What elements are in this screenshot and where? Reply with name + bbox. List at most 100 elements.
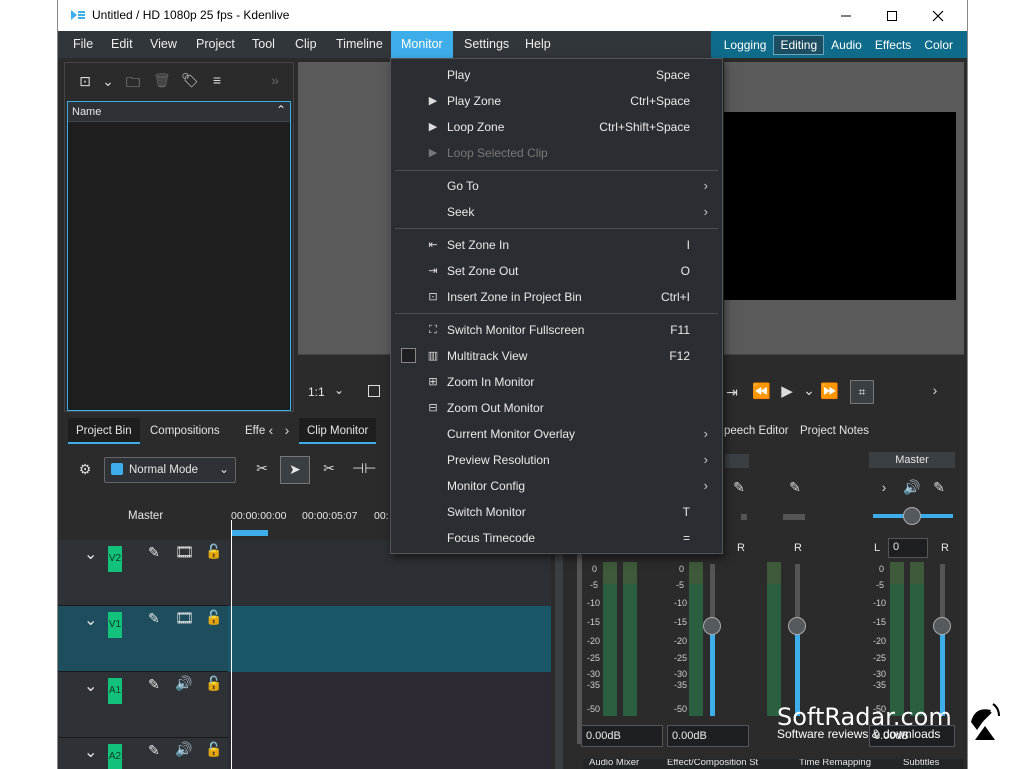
menu-item-set-zone-in[interactable]: ⇤ Set Zone In I: [391, 232, 722, 258]
effects-wand-icon[interactable]: ✎: [931, 479, 947, 496]
collapse-chevron-icon[interactable]: ⌄: [84, 610, 97, 630]
master-volume-knob[interactable]: [933, 617, 951, 635]
minimize-button[interactable]: [823, 0, 869, 31]
tab-project-notes[interactable]: Project Notes: [792, 418, 878, 444]
volume-db-field[interactable]: 0.00dB: [581, 725, 663, 747]
lock-icon[interactable]: 🔓: [205, 741, 222, 758]
menu-monitor[interactable]: Monitor: [391, 31, 453, 58]
effects-wand-icon[interactable]: ✎: [787, 479, 803, 496]
layout-color[interactable]: Color: [918, 36, 959, 54]
menu-item-multitrack-view[interactable]: ▥ Multitrack View F12: [391, 343, 722, 369]
zone-marker[interactable]: [232, 530, 268, 536]
menu-project[interactable]: Project: [188, 31, 243, 58]
clip-monitor-view[interactable]: [298, 62, 392, 354]
tab-effect-stack[interactable]: Effect/Composition St: [667, 759, 758, 769]
expand-right-icon[interactable]: »: [267, 72, 283, 88]
more-right-icon[interactable]: ›: [928, 382, 942, 398]
effects-wand-icon[interactable]: ✎: [148, 544, 160, 561]
layout-editing[interactable]: Editing: [773, 34, 825, 55]
menu-item-monitor-overlay[interactable]: Current Monitor Overlay ›: [391, 421, 722, 447]
clip-monitor-ruler[interactable]: [298, 354, 392, 366]
menu-item-zoom-out[interactable]: ⊟ Zoom Out Monitor: [391, 395, 722, 421]
track-header-a2[interactable]: ⌄ A2 ✎ 🔊 🔓: [58, 738, 228, 769]
zone-out-icon[interactable]: ⇥: [724, 384, 740, 401]
menu-item-switch-monitor[interactable]: Switch Monitor T: [391, 499, 722, 525]
lock-icon[interactable]: 🔓: [205, 609, 222, 626]
menu-timeline[interactable]: Timeline: [328, 31, 391, 58]
layout-audio[interactable]: Audio: [825, 36, 868, 54]
project-monitor-view[interactable]: [724, 62, 964, 354]
chevron-right-icon[interactable]: ›: [877, 479, 891, 495]
pan-slider[interactable]: [741, 514, 747, 520]
selection-tool-button[interactable]: ➤: [280, 456, 310, 484]
track-lane-a2[interactable]: [228, 738, 551, 769]
film-icon[interactable]: 🎞: [175, 609, 194, 627]
menu-item-fullscreen[interactable]: ⛶ Switch Monitor Fullscreen F11: [391, 317, 722, 343]
timeline-settings-icon[interactable]: ⚙: [76, 461, 94, 478]
playhead[interactable]: [231, 520, 232, 769]
menu-item-go-to[interactable]: Go To ›: [391, 173, 722, 199]
collapse-chevron-icon[interactable]: ⌄: [84, 544, 97, 564]
speaker-icon[interactable]: 🔊: [175, 675, 192, 692]
menu-edit[interactable]: Edit: [103, 31, 141, 58]
tab-time-remapping[interactable]: Time Remapping: [799, 759, 871, 769]
master-pan-knob[interactable]: [903, 507, 921, 525]
tab-clip-monitor[interactable]: Clip Monitor: [299, 418, 377, 444]
crop-icon[interactable]: ⌗: [850, 380, 874, 404]
insert-zone-icon[interactable]: [368, 385, 380, 397]
effects-wand-icon[interactable]: ✎: [148, 610, 160, 627]
menu-item-monitor-config[interactable]: Monitor Config ›: [391, 473, 722, 499]
menu-item-play-zone[interactable]: ▶ Play Zone Ctrl+Space: [391, 88, 722, 114]
close-button[interactable]: [915, 0, 961, 31]
tab-project-bin[interactable]: Project Bin: [68, 418, 140, 444]
menu-view[interactable]: View: [142, 31, 185, 58]
menu-help[interactable]: Help: [517, 31, 559, 58]
tab-scroll-left-icon[interactable]: ‹: [264, 422, 278, 438]
spacer-tool-icon[interactable]: ⊣⊢: [352, 460, 376, 477]
speaker-icon[interactable]: 🔊: [175, 741, 192, 758]
rewind-icon[interactable]: ⏪: [752, 382, 771, 400]
collapse-chevron-icon[interactable]: ⌄: [84, 742, 97, 762]
menu-item-play[interactable]: Play Space: [391, 62, 722, 88]
razor-icon[interactable]: ✂: [320, 460, 338, 477]
menu-item-set-zone-out[interactable]: ⇥ Set Zone Out O: [391, 258, 722, 284]
menu-tool[interactable]: Tool: [244, 31, 283, 58]
volume-knob[interactable]: [788, 617, 806, 635]
zoom-level[interactable]: 1:1: [308, 385, 325, 399]
multitrack-checkbox[interactable]: [401, 348, 416, 363]
fast-forward-icon[interactable]: ⏩: [820, 382, 839, 400]
menu-item-insert-zone[interactable]: ⊡ Insert Zone in Project Bin Ctrl+I: [391, 284, 722, 310]
lock-icon[interactable]: 🔓: [205, 675, 222, 692]
tab-speech-editor[interactable]: peech Editor: [716, 418, 797, 444]
menu-item-focus-timecode[interactable]: Focus Timecode =: [391, 525, 722, 551]
menu-item-seek[interactable]: Seek ›: [391, 199, 722, 225]
play-options-chevron-icon[interactable]: ⌄: [802, 382, 816, 399]
menu-item-zoom-in[interactable]: ⊞ Zoom In Monitor: [391, 369, 722, 395]
pan-value-field[interactable]: 0: [888, 538, 928, 558]
collapse-chevron-icon[interactable]: ⌄: [84, 676, 97, 696]
maximize-button[interactable]: [869, 0, 915, 31]
tab-audio-mixer[interactable]: Audio Mixer: [589, 759, 639, 769]
volume-db-field[interactable]: 0.00dB: [667, 725, 749, 747]
chevron-down-icon[interactable]: ⌄: [101, 73, 115, 90]
track-header-v1[interactable]: ⌄ V1 ✎ 🎞 🔓: [58, 606, 228, 672]
edit-mode-select[interactable]: Normal Mode ⌄: [104, 457, 236, 483]
razor-multi-icon[interactable]: ✂: [252, 460, 272, 477]
track-header-v2[interactable]: ⌄ V2 ✎ 🎞 🔓: [58, 540, 228, 606]
volume-knob[interactable]: [703, 617, 721, 635]
play-icon[interactable]: ▶: [778, 382, 796, 400]
speaker-icon[interactable]: 🔊: [903, 479, 920, 496]
bin-list[interactable]: Name ⌃: [67, 101, 291, 411]
layout-effects[interactable]: Effects: [869, 36, 917, 54]
track-header-a1[interactable]: ⌄ A1 ✎ 🔊 🔓: [58, 672, 228, 738]
film-icon[interactable]: 🎞: [175, 543, 194, 561]
menu-item-preview-resolution[interactable]: Preview Resolution ›: [391, 447, 722, 473]
menu-clip[interactable]: Clip: [287, 31, 325, 58]
pan-slider[interactable]: [783, 514, 805, 520]
tab-compositions[interactable]: Compositions: [142, 418, 228, 444]
delete-icon[interactable]: 🗑: [153, 72, 171, 89]
lock-icon[interactable]: 🔓: [205, 543, 222, 560]
layout-logging[interactable]: Logging: [718, 36, 773, 54]
add-clip-icon[interactable]: ⊡: [77, 73, 93, 90]
zoom-chevron-down-icon[interactable]: ⌄: [334, 383, 344, 397]
